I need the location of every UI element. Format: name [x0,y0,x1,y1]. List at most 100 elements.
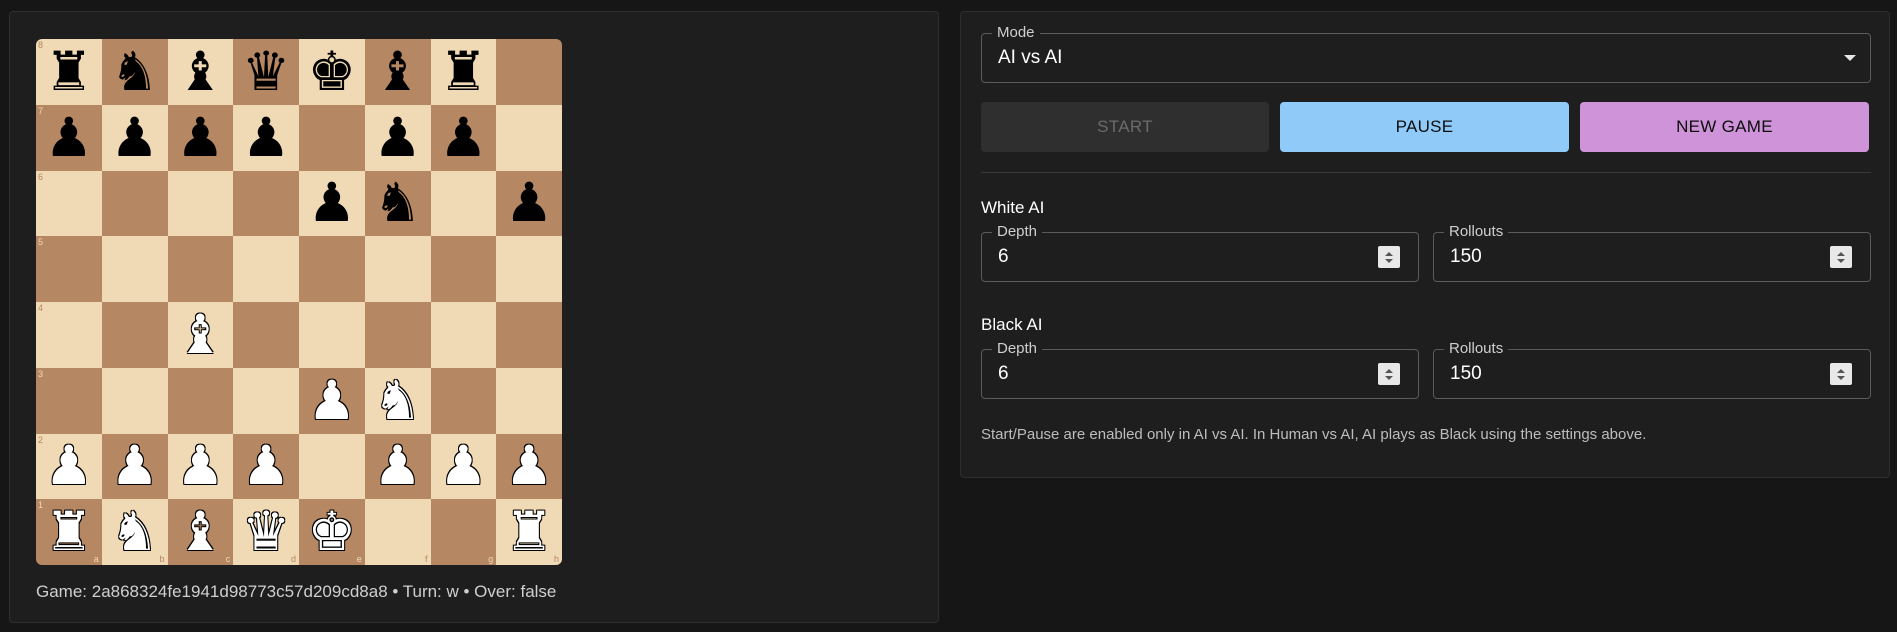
black-king-icon[interactable]: ♚ [308,44,356,99]
square-f5[interactable] [364,236,431,302]
square-e5[interactable] [299,236,365,302]
white-pawn-icon[interactable]: ♟ [45,439,93,493]
spinner-icon[interactable] [1830,363,1852,385]
mode-select[interactable]: Mode AI vs AI [981,24,1871,83]
square-f8[interactable]: ♝ [364,39,431,105]
black-rook-icon[interactable]: ♜ [439,44,487,99]
black-depth-field[interactable]: Depth 6 [981,340,1419,399]
square-f4[interactable] [364,302,431,368]
square-c2[interactable]: ♟ [167,433,234,500]
square-e1[interactable]: e ♚ [299,499,365,565]
square-a1[interactable]: 1 a ♜ [36,499,102,565]
black-rook-icon[interactable]: ♜ [45,44,93,99]
square-g6[interactable] [430,170,497,237]
black-pawn-icon[interactable]: ♟ [373,110,421,165]
square-c3[interactable] [167,367,234,434]
black-pawn-icon[interactable]: ♟ [110,110,158,165]
square-g8[interactable]: ♜ [430,39,497,105]
white-rook-icon[interactable]: ♜ [505,505,553,559]
square-h6[interactable]: ♟ [496,170,562,237]
white-pawn-icon[interactable]: ♟ [242,439,290,493]
square-b6[interactable] [101,170,168,237]
spinner-icon[interactable] [1378,246,1400,268]
square-h2[interactable]: ♟ [496,433,562,500]
square-b7[interactable]: ♟ [101,104,168,171]
square-g7[interactable]: ♟ [430,104,497,171]
black-pawn-icon[interactable]: ♟ [439,110,487,165]
square-e8[interactable]: ♚ [299,39,365,105]
black-rollouts-field[interactable]: Rollouts 150 [1433,340,1871,399]
white-rollouts-field[interactable]: Rollouts 150 [1433,223,1871,282]
square-h1[interactable]: h ♜ [496,499,562,565]
square-b3[interactable] [101,367,168,434]
white-knight-icon[interactable]: ♞ [373,373,421,428]
white-depth-field[interactable]: Depth 6 [981,223,1419,282]
white-pawn-icon[interactable]: ♟ [176,439,224,493]
square-a3[interactable]: 3 [36,367,102,434]
square-g2[interactable]: ♟ [430,433,497,500]
square-e6[interactable]: ♟ [299,170,365,237]
square-b4[interactable] [101,302,168,368]
black-bishop-icon[interactable]: ♝ [176,44,224,99]
white-pawn-icon[interactable]: ♟ [439,439,487,493]
square-a2[interactable]: 2 ♟ [36,433,102,500]
white-king-icon[interactable]: ♚ [308,505,356,559]
square-d6[interactable] [233,170,299,237]
square-h5[interactable] [496,236,562,302]
white-bishop-icon[interactable]: ♝ [176,307,224,362]
white-rook-icon[interactable]: ♜ [45,505,93,559]
square-d3[interactable] [233,367,299,434]
square-g3[interactable] [430,367,497,434]
square-c6[interactable] [167,170,234,237]
square-c1[interactable]: c ♝ [167,499,234,565]
black-pawn-icon[interactable]: ♟ [242,110,290,165]
square-d7[interactable]: ♟ [233,104,299,171]
square-d2[interactable]: ♟ [233,433,299,500]
black-queen-icon[interactable]: ♛ [242,44,290,99]
square-b2[interactable]: ♟ [101,433,168,500]
square-a5[interactable]: 5 [36,236,102,302]
square-a6[interactable]: 6 [36,170,102,237]
square-c4[interactable]: ♝ [167,302,234,368]
black-pawn-icon[interactable]: ♟ [308,176,356,230]
square-f7[interactable]: ♟ [364,104,431,171]
white-pawn-icon[interactable]: ♟ [110,439,158,493]
square-b8[interactable]: ♞ [101,39,168,105]
square-d5[interactable] [233,236,299,302]
white-pawn-icon[interactable]: ♟ [373,439,421,493]
pause-button[interactable]: PAUSE [1280,102,1569,152]
caret-down-icon[interactable] [1844,55,1856,61]
square-a8[interactable]: 8 ♜ [36,39,102,105]
square-d8[interactable]: ♛ [233,39,299,105]
square-b5[interactable] [101,236,168,302]
white-knight-icon[interactable]: ♞ [110,505,158,559]
white-pawn-icon[interactable]: ♟ [308,373,356,428]
square-d4[interactable] [233,302,299,368]
black-knight-icon[interactable]: ♞ [373,176,421,230]
square-e7[interactable] [299,104,365,171]
square-c8[interactable]: ♝ [167,39,234,105]
white-queen-icon[interactable]: ♛ [242,505,290,559]
square-h7[interactable] [496,104,562,171]
chess-board[interactable]: 8 ♜ ♞ ♝ ♛ ♚ ♝ ♜ 7 ♟ ♟ ♟ ♟ ♟ ♟ 6 ♟ ♞ ♟ 5 4 ♝ 3 ♟ ♞ 2 ♟ ♟ ♟ ♟ ♟ ♟ ♟ 1 a ♜ b ♞ c ♝… [36,39,562,565]
square-g5[interactable] [430,236,497,302]
spinner-icon[interactable] [1830,246,1852,268]
square-h8[interactable] [496,39,562,105]
black-knight-icon[interactable]: ♞ [110,44,158,99]
square-c5[interactable] [167,236,234,302]
black-pawn-icon[interactable]: ♟ [505,176,553,230]
white-bishop-icon[interactable]: ♝ [176,505,224,559]
square-h4[interactable] [496,302,562,368]
square-g4[interactable] [430,302,497,368]
square-b1[interactable]: b ♞ [101,499,168,565]
square-c7[interactable]: ♟ [167,104,234,171]
black-pawn-icon[interactable]: ♟ [45,110,93,165]
white-pawn-icon[interactable]: ♟ [505,439,553,493]
square-d1[interactable]: d ♛ [233,499,299,565]
square-g1[interactable]: g [430,499,497,565]
square-f6[interactable]: ♞ [364,170,431,237]
black-bishop-icon[interactable]: ♝ [373,44,421,99]
square-f3[interactable]: ♞ [364,367,431,434]
square-f2[interactable]: ♟ [364,433,431,500]
square-e2[interactable] [299,433,365,500]
